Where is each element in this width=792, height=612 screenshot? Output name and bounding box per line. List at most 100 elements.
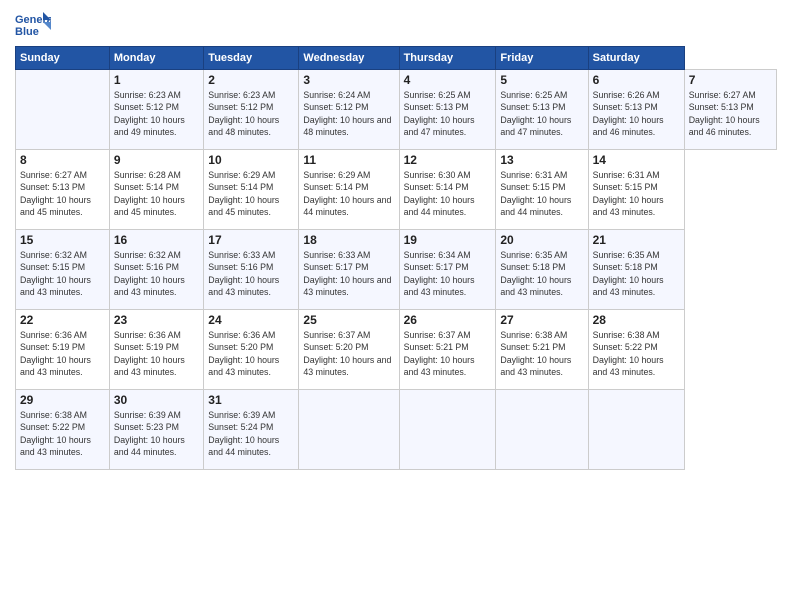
day-info: Sunrise: 6:37 AMSunset: 5:20 PMDaylight:… — [303, 329, 394, 378]
day-info: Sunrise: 6:25 AMSunset: 5:13 PMDaylight:… — [404, 89, 492, 138]
day-info: Sunrise: 6:33 AMSunset: 5:17 PMDaylight:… — [303, 249, 394, 298]
day-number: 29 — [20, 393, 105, 407]
calendar-header-friday: Friday — [496, 47, 588, 70]
svg-text:Blue: Blue — [15, 26, 39, 38]
day-number: 24 — [208, 313, 294, 327]
calendar-table: SundayMondayTuesdayWednesdayThursdayFrid… — [15, 46, 777, 470]
page-container: General Blue SundayMondayTuesdayWednesda… — [0, 0, 792, 480]
day-info: Sunrise: 6:36 AMSunset: 5:19 PMDaylight:… — [114, 329, 199, 378]
day-number: 8 — [20, 153, 105, 167]
calendar-cell: 7Sunrise: 6:27 AMSunset: 5:13 PMDaylight… — [684, 70, 776, 150]
day-info: Sunrise: 6:36 AMSunset: 5:20 PMDaylight:… — [208, 329, 294, 378]
calendar-cell: 25Sunrise: 6:37 AMSunset: 5:20 PMDayligh… — [299, 310, 399, 390]
calendar-cell: 10Sunrise: 6:29 AMSunset: 5:14 PMDayligh… — [204, 150, 299, 230]
day-info: Sunrise: 6:32 AMSunset: 5:16 PMDaylight:… — [114, 249, 199, 298]
calendar-cell: 12Sunrise: 6:30 AMSunset: 5:14 PMDayligh… — [399, 150, 496, 230]
day-number: 1 — [114, 73, 199, 87]
calendar-header-sunday: Sunday — [16, 47, 110, 70]
calendar-cell — [496, 390, 588, 470]
calendar-header-monday: Monday — [109, 47, 203, 70]
calendar-cell — [16, 70, 110, 150]
day-info: Sunrise: 6:26 AMSunset: 5:13 PMDaylight:… — [593, 89, 680, 138]
day-info: Sunrise: 6:24 AMSunset: 5:12 PMDaylight:… — [303, 89, 394, 138]
day-number: 2 — [208, 73, 294, 87]
day-info: Sunrise: 6:31 AMSunset: 5:15 PMDaylight:… — [593, 169, 680, 218]
calendar-cell: 29 Sunrise: 6:38 AMSunset: 5:22 PMDayligh… — [16, 390, 110, 470]
calendar-cell: 6 Sunrise: 6:26 AMSunset: 5:13 PMDaylight… — [588, 70, 684, 150]
day-info: Sunrise: 6:28 AMSunset: 5:14 PMDaylight:… — [114, 169, 199, 218]
day-info: Sunrise: 6:30 AMSunset: 5:14 PMDaylight:… — [404, 169, 492, 218]
calendar-cell — [588, 390, 684, 470]
calendar-cell: 1 Sunrise: 6:23 AMSunset: 5:12 PMDaylight… — [109, 70, 203, 150]
calendar-week-row: 1 Sunrise: 6:23 AMSunset: 5:12 PMDaylight… — [16, 70, 777, 150]
calendar-cell: 11 Sunrise: 6:29 AMSunset: 5:14 PMDayligh… — [299, 150, 399, 230]
day-number: 31 — [208, 393, 294, 407]
day-info: Sunrise: 6:38 AMSunset: 5:21 PMDaylight:… — [500, 329, 583, 378]
day-info: Sunrise: 6:32 AMSunset: 5:15 PMDaylight:… — [20, 249, 105, 298]
calendar-week-row: 15 Sunrise: 6:32 AMSunset: 5:15 PMDayligh… — [16, 230, 777, 310]
calendar-cell: 30Sunrise: 6:39 AMSunset: 5:23 PMDayligh… — [109, 390, 203, 470]
day-number: 5 — [500, 73, 583, 87]
day-number: 27 — [500, 313, 583, 327]
calendar-header-thursday: Thursday — [399, 47, 496, 70]
day-info: Sunrise: 6:29 AMSunset: 5:14 PMDaylight:… — [303, 169, 394, 218]
calendar-cell: 28 Sunrise: 6:38 AMSunset: 5:22 PMDayligh… — [588, 310, 684, 390]
day-number: 6 — [593, 73, 680, 87]
calendar-cell: 18 Sunrise: 6:33 AMSunset: 5:17 PMDayligh… — [299, 230, 399, 310]
day-number: 17 — [208, 233, 294, 247]
calendar-cell — [299, 390, 399, 470]
calendar-cell: 4 Sunrise: 6:25 AMSunset: 5:13 PMDaylight… — [399, 70, 496, 150]
calendar-cell: 26 Sunrise: 6:37 AMSunset: 5:21 PMDayligh… — [399, 310, 496, 390]
day-info: Sunrise: 6:31 AMSunset: 5:15 PMDaylight:… — [500, 169, 583, 218]
day-number: 11 — [303, 153, 394, 167]
day-number: 7 — [689, 73, 772, 87]
calendar-week-row: 22 Sunrise: 6:36 AMSunset: 5:19 PMDayligh… — [16, 310, 777, 390]
day-number: 28 — [593, 313, 680, 327]
day-number: 14 — [593, 153, 680, 167]
day-number: 16 — [114, 233, 199, 247]
calendar-cell: 15 Sunrise: 6:32 AMSunset: 5:15 PMDayligh… — [16, 230, 110, 310]
day-number: 30 — [114, 393, 199, 407]
calendar-week-row: 8 Sunrise: 6:27 AMSunset: 5:13 PMDaylight… — [16, 150, 777, 230]
day-number: 22 — [20, 313, 105, 327]
day-number: 10 — [208, 153, 294, 167]
day-info: Sunrise: 6:38 AMSunset: 5:22 PMDaylight:… — [593, 329, 680, 378]
day-info: Sunrise: 6:34 AMSunset: 5:17 PMDaylight:… — [404, 249, 492, 298]
day-info: Sunrise: 6:27 AMSunset: 5:13 PMDaylight:… — [20, 169, 105, 218]
day-number: 18 — [303, 233, 394, 247]
day-number: 4 — [404, 73, 492, 87]
header: General Blue — [15, 10, 777, 40]
logo-icon: General Blue — [15, 10, 51, 40]
day-info: Sunrise: 6:38 AMSunset: 5:22 PMDaylight:… — [20, 409, 105, 458]
day-number: 19 — [404, 233, 492, 247]
calendar-cell: 22 Sunrise: 6:36 AMSunset: 5:19 PMDayligh… — [16, 310, 110, 390]
calendar-cell: 16 Sunrise: 6:32 AMSunset: 5:16 PMDayligh… — [109, 230, 203, 310]
day-number: 26 — [404, 313, 492, 327]
calendar-cell: 14 Sunrise: 6:31 AMSunset: 5:15 PMDayligh… — [588, 150, 684, 230]
day-info: Sunrise: 6:23 AMSunset: 5:12 PMDaylight:… — [208, 89, 294, 138]
day-number: 15 — [20, 233, 105, 247]
day-number: 23 — [114, 313, 199, 327]
day-info: Sunrise: 6:37 AMSunset: 5:21 PMDaylight:… — [404, 329, 492, 378]
calendar-cell: 21Sunrise: 6:35 AMSunset: 5:18 PMDayligh… — [588, 230, 684, 310]
calendar-header-tuesday: Tuesday — [204, 47, 299, 70]
calendar-cell: 27 Sunrise: 6:38 AMSunset: 5:21 PMDayligh… — [496, 310, 588, 390]
calendar-week-row: 29 Sunrise: 6:38 AMSunset: 5:22 PMDayligh… — [16, 390, 777, 470]
calendar-cell: 17 Sunrise: 6:33 AMSunset: 5:16 PMDayligh… — [204, 230, 299, 310]
day-info: Sunrise: 6:35 AMSunset: 5:18 PMDaylight:… — [500, 249, 583, 298]
calendar-cell: 24 Sunrise: 6:36 AMSunset: 5:20 PMDayligh… — [204, 310, 299, 390]
day-info: Sunrise: 6:25 AMSunset: 5:13 PMDaylight:… — [500, 89, 583, 138]
day-number: 9 — [114, 153, 199, 167]
day-number: 21 — [593, 233, 680, 247]
calendar-cell: 2 Sunrise: 6:23 AMSunset: 5:12 PMDaylight… — [204, 70, 299, 150]
day-info: Sunrise: 6:23 AMSunset: 5:12 PMDaylight:… — [114, 89, 199, 138]
calendar-header-row: SundayMondayTuesdayWednesdayThursdayFrid… — [16, 47, 777, 70]
calendar-header-saturday: Saturday — [588, 47, 684, 70]
day-info: Sunrise: 6:36 AMSunset: 5:19 PMDaylight:… — [20, 329, 105, 378]
logo: General Blue — [15, 10, 51, 40]
day-info: Sunrise: 6:33 AMSunset: 5:16 PMDaylight:… — [208, 249, 294, 298]
calendar-cell: 8 Sunrise: 6:27 AMSunset: 5:13 PMDaylight… — [16, 150, 110, 230]
calendar-cell: 3Sunrise: 6:24 AMSunset: 5:12 PMDaylight… — [299, 70, 399, 150]
calendar-cell: 31Sunrise: 6:39 AMSunset: 5:24 PMDayligh… — [204, 390, 299, 470]
calendar-cell: 19 Sunrise: 6:34 AMSunset: 5:17 PMDayligh… — [399, 230, 496, 310]
